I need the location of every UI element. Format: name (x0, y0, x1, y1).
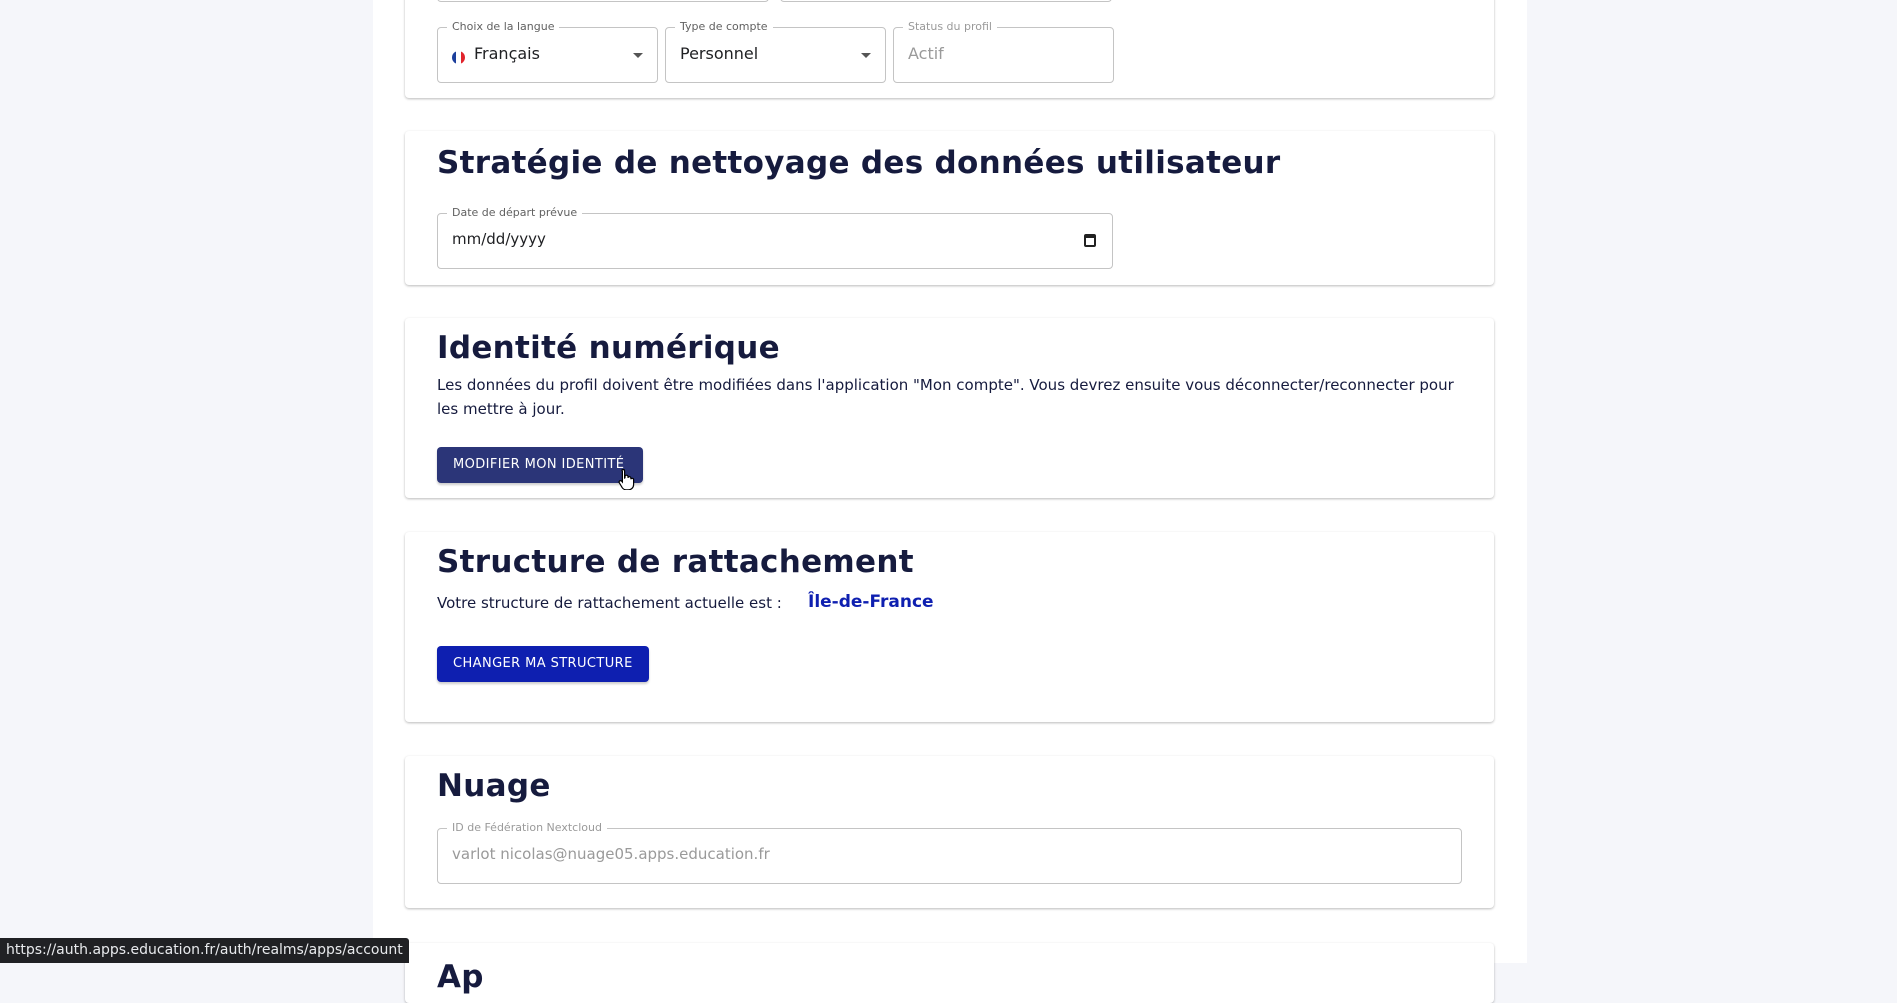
link-status-bar: https://auth.apps.education.fr/auth/real… (0, 938, 409, 963)
chevron-down-icon (861, 53, 871, 58)
current-structure[interactable]: Île-de-France (808, 590, 934, 614)
france-flag-icon (452, 51, 465, 64)
language-label: Choix de la langue (447, 19, 560, 35)
next-card: Ap (405, 943, 1494, 1003)
next-section-title: Ap (437, 959, 484, 995)
account-type-value: Personnel (680, 44, 759, 63)
departure-date-input[interactable]: Date de départ prévue mm/dd/yyyy (437, 205, 1113, 269)
change-structure-button[interactable]: CHANGER MA STRUCTURE (437, 646, 649, 682)
account-type-label: Type de compte (675, 19, 773, 35)
structure-text: Votre structure de rattachement actuelle… (437, 594, 782, 612)
identity-card: Identité numérique Les données du profil… (405, 318, 1494, 498)
previous-field-left[interactable] (437, 0, 769, 2)
account-type-select[interactable]: Type de compte Personnel (665, 19, 886, 83)
profile-status-label: Status du profil (903, 19, 997, 35)
hand-cursor-icon (618, 468, 635, 490)
nextcloud-federation-id-field: ID de Fédération Nextcloud varlot nicola… (437, 820, 1462, 884)
departure-date-value: mm/dd/yyyy (452, 230, 546, 248)
federation-id-value: varlot nicolas@nuage05.apps.education.fr (452, 845, 770, 863)
edit-identity-button[interactable]: MODIFIER MON IDENTITÉ (437, 447, 643, 483)
cleanup-title: Stratégie de nettoyage des données utili… (437, 145, 1281, 181)
identity-title: Identité numérique (437, 330, 780, 366)
profile-card: Choix de la langue Français Type de comp… (405, 0, 1494, 98)
federation-id-label: ID de Fédération Nextcloud (447, 820, 607, 836)
cloud-card: Nuage ID de Fédération Nextcloud varlot … (405, 756, 1494, 908)
chevron-down-icon (633, 53, 643, 58)
cloud-title: Nuage (437, 768, 551, 804)
profile-status-field: Status du profil Actif (893, 19, 1114, 83)
calendar-icon[interactable] (1084, 234, 1096, 247)
cleanup-card: Stratégie de nettoyage des données utili… (405, 131, 1494, 285)
language-value: Français (474, 44, 540, 63)
profile-status-value: Actif (908, 44, 944, 63)
language-select[interactable]: Choix de la langue Français (437, 19, 658, 83)
structure-title: Structure de rattachement (437, 544, 914, 580)
identity-description: Les données du profil doivent être modif… (437, 376, 1454, 418)
departure-date-label: Date de départ prévue (447, 205, 583, 221)
structure-card: Structure de rattachement Votre structur… (405, 532, 1494, 722)
previous-field-right[interactable] (780, 0, 1112, 2)
